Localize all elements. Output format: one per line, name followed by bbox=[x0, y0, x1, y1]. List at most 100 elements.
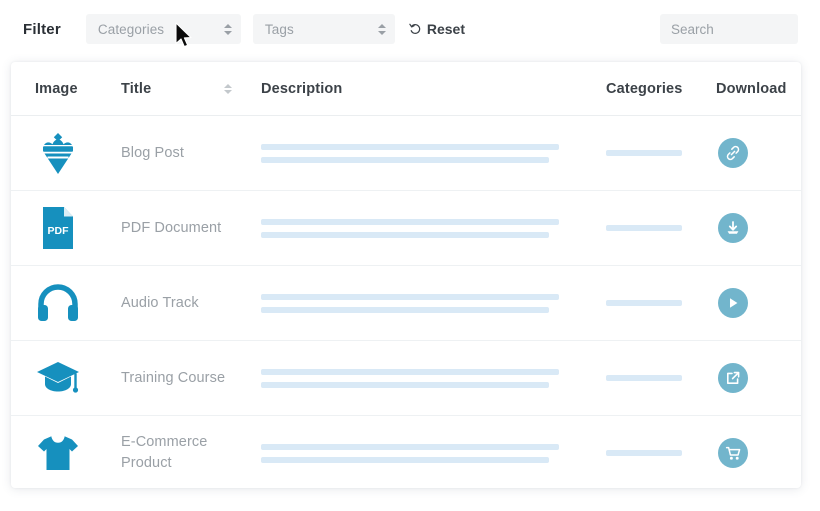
reset-button[interactable]: Reset bbox=[409, 21, 465, 37]
cell-download bbox=[716, 266, 801, 341]
row-title: Blog Post bbox=[121, 144, 184, 161]
column-header-title-label: Title bbox=[121, 81, 152, 97]
cell-categories bbox=[606, 116, 716, 191]
svg-text:PDF: PDF bbox=[48, 225, 70, 237]
cell-image: PDF bbox=[11, 191, 121, 266]
cell-description bbox=[261, 416, 606, 489]
headphones-icon bbox=[35, 280, 81, 326]
column-header-description: Description bbox=[261, 62, 606, 116]
placeholder-bar bbox=[261, 143, 559, 150]
resources-table: Image Title Description Categories Downl… bbox=[11, 62, 801, 488]
cell-categories bbox=[606, 266, 716, 341]
pdf-document-icon: PDF bbox=[35, 205, 81, 251]
action-button-link-chain[interactable] bbox=[718, 138, 748, 168]
placeholder-bar bbox=[261, 306, 549, 313]
cell-image bbox=[11, 341, 121, 416]
table-row[interactable]: Blog Post bbox=[11, 116, 801, 191]
description-placeholder bbox=[261, 143, 606, 163]
cell-description bbox=[261, 341, 606, 416]
cell-description bbox=[261, 266, 606, 341]
placeholder-bar bbox=[261, 443, 559, 450]
table-body: Blog Post PDF PDF Document Audio Track Train… bbox=[11, 116, 801, 489]
graduation-cap-icon bbox=[35, 355, 81, 401]
tags-select[interactable]: Tags bbox=[252, 14, 395, 44]
placeholder-bar bbox=[261, 368, 559, 375]
ice-cream-cone-icon bbox=[35, 130, 81, 176]
placeholder-bar bbox=[261, 156, 549, 163]
cell-categories bbox=[606, 191, 716, 266]
tags-select-value: Tags bbox=[264, 21, 294, 37]
table-row[interactable]: E-Commerce Product bbox=[11, 416, 801, 489]
action-button-external-link[interactable] bbox=[718, 363, 748, 393]
placeholder-bar bbox=[606, 450, 682, 457]
placeholder-bar bbox=[261, 456, 549, 463]
action-button-play[interactable] bbox=[718, 288, 748, 318]
cell-image bbox=[11, 266, 121, 341]
description-placeholder bbox=[261, 293, 606, 313]
placeholder-bar bbox=[606, 225, 682, 231]
cell-categories bbox=[606, 416, 716, 489]
filter-bar: Filter Categories Tags Reset bbox=[0, 0, 820, 58]
link-chain-icon bbox=[725, 145, 741, 161]
action-button-shopping-cart[interactable] bbox=[718, 438, 748, 469]
tshirt-icon bbox=[35, 430, 81, 476]
action-button-download-arrow[interactable] bbox=[718, 213, 748, 243]
filter-label: Filter bbox=[23, 20, 61, 38]
categories-placeholder bbox=[606, 225, 716, 231]
cell-title: Training Course bbox=[121, 341, 261, 416]
row-title: Training Course bbox=[121, 369, 226, 386]
cell-image bbox=[11, 416, 121, 489]
categories-placeholder bbox=[606, 300, 716, 306]
placeholder-bar bbox=[261, 231, 549, 238]
cell-title: E-Commerce Product bbox=[121, 416, 261, 489]
row-title: PDF Document bbox=[121, 219, 222, 236]
updown-arrows-icon bbox=[223, 22, 232, 36]
cell-download bbox=[716, 191, 801, 266]
cell-description bbox=[261, 191, 606, 266]
description-placeholder bbox=[261, 443, 606, 463]
placeholder-bar bbox=[606, 150, 682, 156]
table-header: Image Title Description Categories Downl… bbox=[11, 62, 801, 116]
placeholder-bar bbox=[261, 293, 559, 300]
row-title: E-Commerce Product bbox=[121, 434, 208, 472]
table-row[interactable]: Training Course bbox=[11, 341, 801, 416]
cell-title: PDF Document bbox=[121, 191, 261, 266]
column-header-title[interactable]: Title bbox=[121, 62, 261, 116]
external-link-icon bbox=[725, 370, 741, 386]
placeholder-bar bbox=[261, 218, 559, 225]
cell-title: Audio Track bbox=[121, 266, 261, 341]
categories-placeholder bbox=[606, 450, 716, 457]
column-header-image: Image bbox=[11, 62, 121, 116]
cell-image bbox=[11, 116, 121, 191]
undo-arrow-icon bbox=[409, 23, 421, 34]
shopping-cart-icon bbox=[725, 445, 742, 462]
categories-select-value: Categories bbox=[97, 21, 165, 37]
table-card: Image Title Description Categories Downl… bbox=[11, 62, 801, 488]
cell-categories bbox=[606, 341, 716, 416]
categories-placeholder bbox=[606, 150, 716, 156]
description-placeholder bbox=[261, 368, 606, 388]
categories-placeholder bbox=[606, 375, 716, 381]
reset-button-label: Reset bbox=[426, 21, 466, 37]
updown-arrows-icon bbox=[377, 22, 386, 36]
placeholder-bar bbox=[606, 375, 682, 381]
cell-download bbox=[716, 116, 801, 191]
cell-download bbox=[716, 416, 801, 489]
placeholder-bar bbox=[606, 300, 682, 306]
download-arrow-icon bbox=[725, 220, 741, 236]
column-header-categories: Categories bbox=[606, 62, 716, 116]
table-row[interactable]: Audio Track bbox=[11, 266, 801, 341]
table-row[interactable]: PDF PDF Document bbox=[11, 191, 801, 266]
cell-title: Blog Post bbox=[121, 116, 261, 191]
search-input[interactable] bbox=[660, 14, 798, 44]
cell-download bbox=[716, 341, 801, 416]
placeholder-bar bbox=[261, 381, 549, 388]
play-icon bbox=[725, 295, 741, 311]
sort-updown-icon[interactable] bbox=[224, 82, 232, 96]
column-header-download: Download bbox=[716, 62, 801, 116]
table-header-row: Image Title Description Categories Downl… bbox=[11, 62, 801, 116]
description-placeholder bbox=[261, 218, 606, 238]
row-title: Audio Track bbox=[121, 294, 199, 311]
cell-description bbox=[261, 116, 606, 191]
categories-select[interactable]: Categories bbox=[85, 14, 241, 44]
